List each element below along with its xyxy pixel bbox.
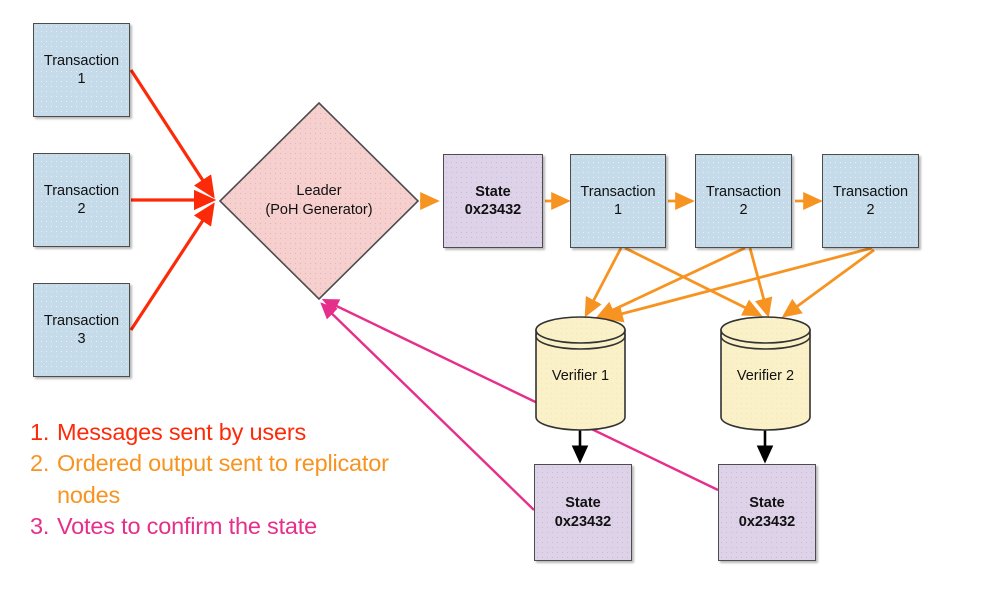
verifier-2-label-wrap: Verifier 2	[719, 368, 812, 384]
leader-node[interactable]: Leader (PoH Generator)	[218, 101, 420, 301]
edge-entry2-to-verifier1	[595, 246, 746, 319]
leader-sublabel: (PoH Generator)	[265, 202, 373, 218]
verifier-2-node[interactable]: Verifier 2	[719, 316, 812, 431]
verifier-1-state-box[interactable]: State 0x23432	[534, 464, 632, 561]
input-transaction-2[interactable]: Transaction 2	[33, 153, 130, 247]
legend: 1. Messages sent by users 2. Ordered out…	[30, 417, 390, 542]
verifier-2-state-hash: 0x23432	[738, 513, 796, 530]
legend-item-2: 2. Ordered output sent to replicator nod…	[30, 448, 390, 511]
legend-item-1-number: 1.	[30, 419, 50, 445]
input-transaction-3-index: 3	[77, 331, 86, 347]
ledger-state-hash: 0x23432	[464, 202, 522, 218]
input-transaction-1[interactable]: Transaction 1	[33, 23, 130, 117]
legend-item-1-text: Messages sent by users	[57, 419, 306, 445]
input-transaction-2-label: Transaction	[43, 182, 120, 199]
input-transaction-2-index: 2	[77, 201, 86, 217]
legend-item-2-number: 2.	[30, 450, 50, 477]
ledger-entry-1[interactable]: Transaction 1	[570, 154, 666, 248]
legend-item-3-number: 3.	[30, 512, 50, 539]
ledger-state-label: State	[475, 183, 511, 200]
verifier-2-state-box[interactable]: State 0x23432	[718, 464, 816, 561]
ledger-entry-3[interactable]: Transaction 2	[822, 154, 919, 248]
edge-entry3-to-verifier1	[603, 246, 873, 323]
edge-group-verifier-state	[571, 428, 774, 464]
verifier-2-label: Verifier 2	[736, 368, 795, 384]
verifier-1-node[interactable]: Verifier 1	[534, 316, 627, 431]
edge-entry1-to-verifier1	[584, 247, 623, 318]
input-transaction-1-index: 1	[77, 71, 86, 87]
input-transaction-3[interactable]: Transaction 3	[33, 283, 130, 377]
edge-entry2-to-verifier2	[748, 247, 773, 318]
ledger-entry-2-label: Transaction	[705, 183, 782, 200]
edge-group-messages	[129, 69, 217, 331]
verifier-1-label: Verifier 1	[551, 368, 610, 384]
ledger-entry-3-index: 2	[866, 202, 875, 218]
ledger-entry-2[interactable]: Transaction 2	[695, 154, 792, 248]
edge-tx1-to-leader	[129, 69, 215, 199]
edge-entry3-to-verifier2	[781, 248, 875, 318]
ledger-entry-1-label: Transaction	[580, 183, 656, 200]
verifier-2-state-label: State	[749, 495, 785, 512]
diagram-canvas: Transaction 1 Transaction 2 Transaction …	[0, 0, 993, 595]
input-transaction-1-label: Transaction	[43, 52, 120, 69]
verifier-1-state-label: State	[565, 495, 601, 512]
legend-item-2-text: Ordered output sent to replicator nodes	[57, 450, 389, 508]
leader-label-wrap: Leader (PoH Generator)	[218, 101, 420, 301]
edge-tx3-to-leader	[129, 202, 215, 331]
leader-label: Leader	[296, 183, 342, 200]
legend-item-1: 1. Messages sent by users	[30, 417, 390, 448]
legend-item-3: 3. Votes to confirm the state	[30, 511, 390, 542]
ledger-entry-2-index: 2	[739, 202, 748, 218]
edge-entry1-to-verifier2	[624, 246, 763, 317]
verifier-1-label-wrap: Verifier 1	[534, 368, 627, 384]
ledger-entry-3-label: Transaction	[832, 183, 909, 200]
ledger-entry-1-index: 1	[613, 202, 623, 218]
input-transaction-3-label: Transaction	[43, 312, 120, 329]
legend-item-3-text: Votes to confirm the state	[57, 512, 317, 539]
ledger-state-box[interactable]: State 0x23432	[443, 154, 543, 248]
verifier-1-state-hash: 0x23432	[554, 513, 612, 530]
